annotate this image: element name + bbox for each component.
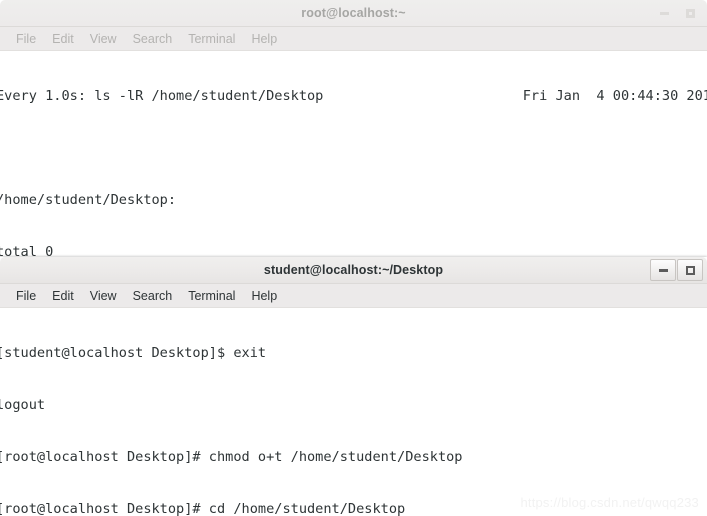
- terminal-window-student[interactable]: student@localhost:~/Desktop File Edit Vi…: [0, 257, 707, 516]
- watch-date: Fri Jan 4 00:44:30 201: [522, 87, 707, 104]
- menu-item-search[interactable]: Search: [125, 284, 181, 308]
- menu-item-edit[interactable]: Edit: [44, 27, 82, 51]
- menu-item-help[interactable]: Help: [243, 27, 285, 51]
- maximize-icon: [685, 265, 695, 275]
- terminal-output-student[interactable]: [student@localhost Desktop]$ exit logout…: [0, 308, 707, 516]
- menu-item-file[interactable]: File: [8, 27, 44, 51]
- terminal-window-root[interactable]: root@localhost:~ File Edit View Search T…: [0, 0, 707, 256]
- window-controls-root: [651, 0, 703, 26]
- titlebar-student[interactable]: student@localhost:~/Desktop: [0, 257, 707, 284]
- minimize-icon: [659, 11, 669, 15]
- maximize-button-root[interactable]: [677, 2, 703, 24]
- menu-item-terminal[interactable]: Terminal: [180, 27, 243, 51]
- terminal-line: /home/student/Desktop:: [0, 192, 177, 209]
- watch-header-row: Every 1.0s: ls -lR /home/student/Desktop…: [0, 88, 707, 105]
- menubar-student[interactable]: File Edit View Search Terminal Help: [0, 284, 707, 308]
- maximize-button-student[interactable]: [677, 259, 703, 281]
- terminal-line: [root@localhost Desktop]# chmod o+t /hom…: [0, 449, 463, 466]
- terminal-line: total 0: [0, 244, 54, 256]
- watch-command: Every 1.0s: ls -lR /home/student/Desktop: [0, 87, 324, 104]
- terminal-output-root[interactable]: Every 1.0s: ls -lR /home/student/Desktop…: [0, 51, 707, 256]
- minimize-button-root[interactable]: [651, 2, 677, 24]
- menu-item-search[interactable]: Search: [125, 27, 181, 51]
- menu-item-view[interactable]: View: [82, 284, 125, 308]
- minimize-button-student[interactable]: [650, 259, 676, 281]
- window-controls-student: [649, 257, 703, 283]
- menu-item-edit[interactable]: Edit: [44, 284, 82, 308]
- menu-item-help[interactable]: Help: [243, 284, 285, 308]
- titlebar-root[interactable]: root@localhost:~: [0, 0, 707, 27]
- menu-item-terminal[interactable]: Terminal: [180, 284, 243, 308]
- maximize-icon: [685, 8, 695, 18]
- terminal-line: [student@localhost Desktop]$ exit: [0, 344, 267, 361]
- terminal-line: logout: [0, 397, 46, 414]
- window-title-student: student@localhost:~/Desktop: [263, 263, 444, 277]
- menu-item-view[interactable]: View: [82, 27, 125, 51]
- minimize-icon: [658, 268, 668, 272]
- menu-item-file[interactable]: File: [8, 284, 44, 308]
- menubar-root[interactable]: File Edit View Search Terminal Help: [0, 27, 707, 51]
- window-title-root: root@localhost:~: [301, 6, 406, 20]
- watermark: https://blog.csdn.net/qwqq233: [520, 495, 699, 510]
